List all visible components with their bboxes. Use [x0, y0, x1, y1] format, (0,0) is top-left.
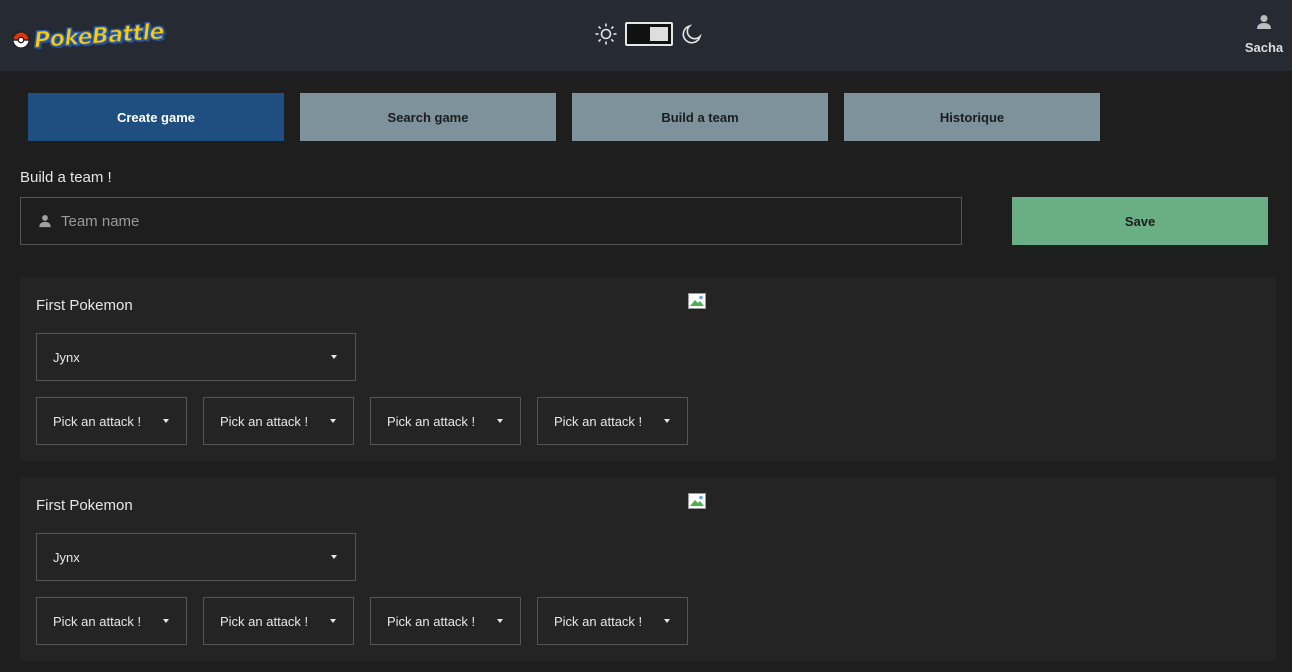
- caret-down-icon: [331, 355, 337, 359]
- theme-switch: [594, 21, 704, 47]
- caret-down-icon: [497, 419, 503, 423]
- attack-select-value: Pick an attack !: [53, 613, 142, 629]
- attack-select-value: Pick an attack !: [387, 613, 476, 629]
- attack-select[interactable]: Pick an attack !: [537, 397, 688, 445]
- attack-select-value: Pick an attack !: [220, 413, 309, 429]
- user-name: Sacha: [1244, 40, 1284, 55]
- person-icon: [1257, 15, 1271, 29]
- toggle-knob: [650, 27, 668, 41]
- attack-select-value: Pick an attack !: [387, 413, 476, 429]
- caret-down-icon: [664, 619, 670, 623]
- page-title: Build a team !: [20, 169, 112, 186]
- caret-down-icon: [330, 419, 336, 423]
- attack-select-value: Pick an attack !: [53, 413, 142, 429]
- person-icon: [39, 215, 51, 228]
- logo-text: PokeBattle: [33, 18, 166, 54]
- pokemon-select-value: Jynx: [53, 549, 80, 565]
- team-name-input[interactable]: [52, 198, 961, 244]
- create-game-button[interactable]: Create game: [28, 93, 284, 141]
- team-name-field[interactable]: [20, 197, 962, 245]
- caret-down-icon: [163, 619, 169, 623]
- user-menu[interactable]: Sacha: [1242, 14, 1286, 55]
- moon-icon: [682, 24, 702, 44]
- search-game-button[interactable]: Search game: [300, 93, 556, 141]
- pokemon-card-title: First Pokemon: [36, 497, 133, 514]
- attack-select[interactable]: Pick an attack !: [537, 597, 688, 645]
- build-team-button[interactable]: Build a team: [572, 93, 828, 141]
- theme-toggle[interactable]: [625, 22, 673, 46]
- caret-down-icon: [497, 619, 503, 623]
- attack-select-value: Pick an attack !: [554, 613, 643, 629]
- pokemon-select[interactable]: Jynx: [36, 333, 356, 381]
- pokemon-select[interactable]: Jynx: [36, 533, 356, 581]
- caret-down-icon: [163, 419, 169, 423]
- pokemon-card: First Pokemon Jynx Pick an attack ! Pick…: [20, 477, 1276, 661]
- pokemon-card: First Pokemon Jynx Pick an attack ! Pick…: [20, 277, 1276, 461]
- pokemon-select-value: Jynx: [53, 349, 80, 365]
- sun-icon: [595, 23, 617, 45]
- attack-select-value: Pick an attack !: [554, 413, 643, 429]
- caret-down-icon: [330, 619, 336, 623]
- attack-select[interactable]: Pick an attack !: [203, 397, 354, 445]
- top-bar: PokeBattle Sacha: [0, 0, 1292, 71]
- historique-button[interactable]: Historique: [844, 93, 1100, 141]
- attack-select-value: Pick an attack !: [220, 613, 309, 629]
- pokemon-card-title: First Pokemon: [36, 297, 133, 314]
- caret-down-icon: [664, 419, 670, 423]
- pokeball-icon: [12, 31, 30, 49]
- attack-select[interactable]: Pick an attack !: [36, 597, 187, 645]
- attack-select[interactable]: Pick an attack !: [203, 597, 354, 645]
- caret-down-icon: [331, 555, 337, 559]
- broken-image-icon: [688, 493, 706, 509]
- attack-select[interactable]: Pick an attack !: [36, 397, 187, 445]
- save-button[interactable]: Save: [1012, 197, 1268, 245]
- attack-select[interactable]: Pick an attack !: [370, 397, 521, 445]
- attack-select[interactable]: Pick an attack !: [370, 597, 521, 645]
- app-logo[interactable]: PokeBattle: [12, 18, 166, 54]
- broken-image-icon: [688, 293, 706, 309]
